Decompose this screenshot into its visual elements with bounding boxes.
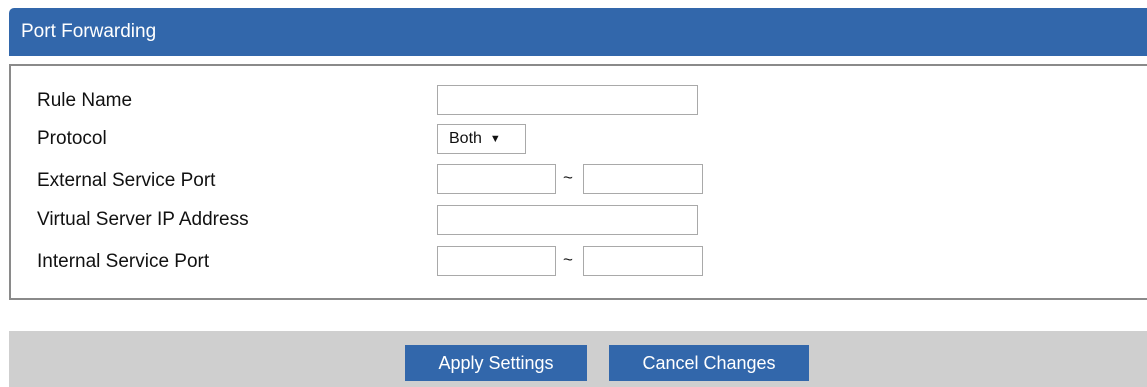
external-port-separator: ~ bbox=[563, 168, 573, 187]
external-port-start-input[interactable] bbox=[437, 164, 556, 194]
external-port-label: External Service Port bbox=[37, 170, 216, 191]
panel-header: Port Forwarding bbox=[9, 8, 1147, 56]
internal-port-label: Internal Service Port bbox=[37, 251, 210, 272]
external-port-end-input[interactable] bbox=[583, 164, 703, 194]
port-forwarding-form: Rule Name Protocol Both ▼ External Servi… bbox=[9, 64, 1147, 300]
virtual-ip-label: Virtual Server IP Address bbox=[37, 209, 249, 230]
cancel-changes-button[interactable]: Cancel Changes bbox=[609, 345, 809, 381]
panel-title: Port Forwarding bbox=[21, 21, 157, 42]
rule-name-input[interactable] bbox=[437, 85, 698, 115]
internal-port-separator: ~ bbox=[563, 250, 573, 269]
dropdown-arrow-icon: ▼ bbox=[489, 133, 501, 145]
rule-name-label: Rule Name bbox=[37, 90, 133, 111]
protocol-selected-value: Both bbox=[449, 130, 482, 147]
protocol-label: Protocol bbox=[37, 128, 107, 149]
virtual-ip-input[interactable] bbox=[437, 205, 698, 235]
internal-port-start-input[interactable] bbox=[437, 246, 556, 276]
protocol-select[interactable]: Both ▼ bbox=[437, 124, 526, 154]
internal-port-end-input[interactable] bbox=[583, 246, 703, 276]
footer-bar: Apply Settings Cancel Changes bbox=[9, 331, 1147, 387]
apply-settings-button[interactable]: Apply Settings bbox=[405, 345, 587, 381]
